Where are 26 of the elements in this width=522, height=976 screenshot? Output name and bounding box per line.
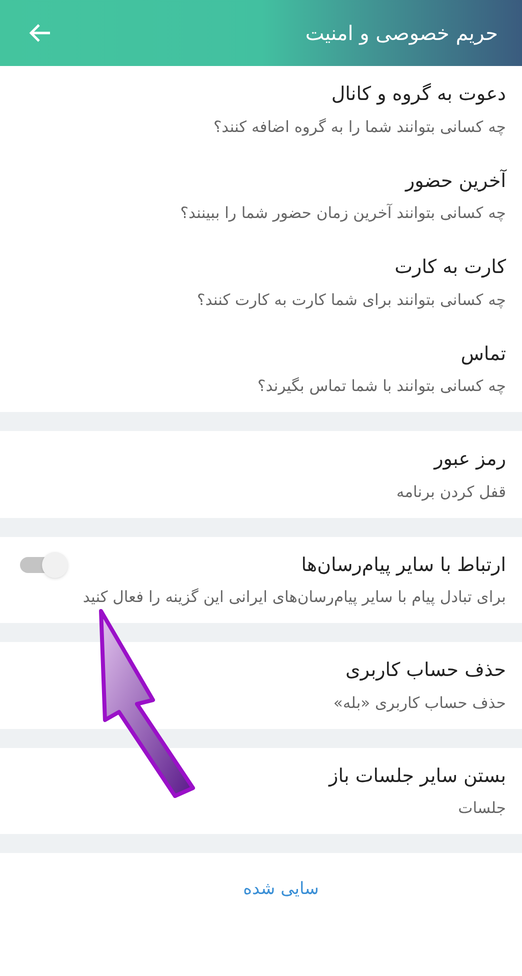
item-title: کارت به کارت — [394, 255, 506, 280]
settings-item[interactable]: رمز عبور قفل کردن برنامه — [0, 431, 522, 518]
item-title: آخرین حضور — [405, 168, 506, 194]
back-arrow-icon[interactable] — [28, 23, 52, 43]
item-subtitle: چه کسانی بتوانند شما را به گروه اضافه کنند؟ — [212, 116, 506, 138]
item-subtitle: حذف حساب کاربری «بله» — [332, 692, 506, 714]
item-title: ارتباط با سایر پیام‌رسان‌ها — [301, 552, 506, 578]
item-title: بستن سایر جلسات باز — [329, 764, 506, 789]
item-subtitle: برای تبادل پیام با سایر پیام‌رسان‌های ایرانی این گزینه را فعال کنید — [82, 587, 506, 608]
item-title: دعوت به گروه و کانال — [331, 82, 506, 107]
item-title: رمز عبور — [434, 447, 506, 472]
item-subtitle: چه کسانی بتوانند با شما تماس بگیرند؟ — [256, 376, 506, 397]
settings-item[interactable]: حذف حساب کاربری حذف حساب کاربری «بله» — [0, 642, 522, 728]
item-subtitle: چه کسانی بتوانند برای شما کارت به کارت کنند؟ — [196, 290, 506, 311]
item-subtitle: قفل کردن برنامه — [395, 482, 506, 503]
item-title: تماس — [460, 342, 506, 367]
page-title: حریم خصوصی و امنیت — [305, 20, 498, 47]
settings-item[interactable]: کارت به کارت چه کسانی بتوانند برای شما کارت به کارت کنند؟ — [0, 239, 522, 326]
settings-item[interactable]: آخرین حضور چه کسانی بتوانند آخرین زمان حضور شما را ببینند؟ — [0, 152, 522, 239]
settings-item[interactable]: ارتباط با سایر پیام‌رسان‌ها برای تبادل پیام با سایر پیام‌رسان‌های ایرانی این گزینه را فعال کنید — [0, 536, 522, 623]
settings-item[interactable]: دعوت به گروه و کانال چه کسانی بتوانند شما را به گروه اضافه کنند؟ — [0, 66, 522, 152]
item-subtitle: چه کسانی بتوانند آخرین زمان حضور شما را ببینند؟ — [179, 202, 506, 224]
item-subtitle: جلسات — [457, 798, 506, 819]
item-title: حذف حساب کاربری — [345, 658, 506, 683]
settings-item[interactable]: تماس چه کسانی بتوانند با شما تماس بگیرند؟ — [0, 326, 522, 412]
settings-item[interactable]: بستن سایر جلسات باز جلسات — [0, 748, 522, 834]
